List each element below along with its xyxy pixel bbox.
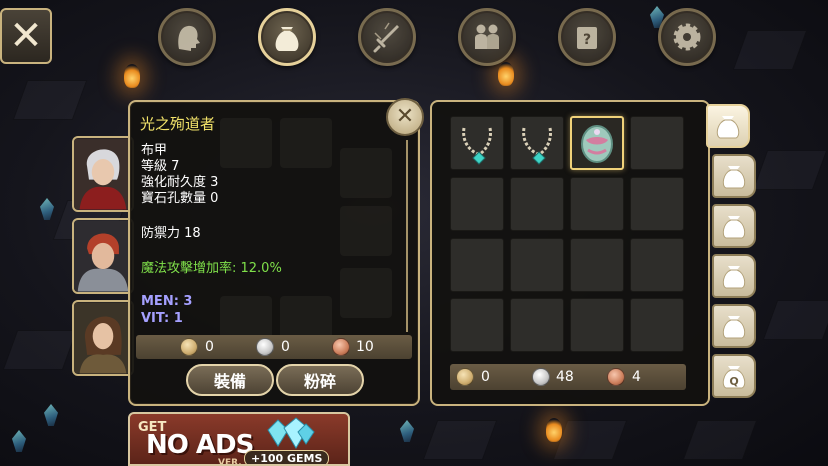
inventory-slot-8[interactable]: [630, 177, 684, 231]
necklace-icon: [522, 127, 552, 165]
background-slot: [340, 268, 392, 318]
quest-bag-icon: Q: [722, 366, 746, 389]
close-icon: ✕: [9, 13, 43, 59]
inventory-slot-11[interactable]: [570, 238, 624, 292]
bag-tab-quest[interactable]: Q: [712, 354, 756, 398]
crush-button[interactable]: 粉碎: [276, 364, 364, 396]
equip-button[interactable]: 裝備: [186, 364, 274, 396]
portrait-white-hair[interactable]: [72, 136, 134, 212]
background-slot: [280, 118, 332, 168]
portrait-hero-1: [74, 138, 132, 210]
inventory-slot-9[interactable]: [450, 238, 504, 292]
detail-scrollbar[interactable]: [406, 140, 408, 332]
currency-gold: 0: [481, 369, 490, 385]
inventory-slot-10[interactable]: [510, 238, 564, 292]
background-slot: [220, 118, 272, 168]
tab-settings[interactable]: [658, 8, 716, 66]
scroll-icon: ?: [577, 27, 597, 49]
item-magic-bonus: 魔法攻擊增加率: 12.0%: [141, 261, 282, 276]
copper-coin-icon: [607, 368, 625, 386]
inventory-slot-12[interactable]: [630, 238, 684, 292]
item-type: 布甲: [141, 143, 168, 158]
silver-coin-icon: [532, 368, 550, 386]
svg-text:?: ?: [583, 32, 591, 48]
item-vit-stat: VIT: 1: [141, 311, 183, 326]
bag-tab-4[interactable]: [712, 254, 756, 298]
portrait-red-hair[interactable]: [72, 218, 134, 294]
price-copper: 10: [356, 339, 374, 355]
inventory-slot-5[interactable]: [450, 177, 504, 231]
item-men-stat: MEN: 3: [141, 294, 193, 309]
egg-armor-icon: [581, 125, 613, 163]
tab-skills[interactable]: [358, 8, 416, 66]
item-gem-slots: 寶石孔數量 0: [141, 191, 219, 206]
tab-character[interactable]: [158, 8, 216, 66]
background-slot: [340, 206, 392, 256]
copper-coin-icon: [332, 338, 350, 356]
currency-silver: 48: [556, 369, 574, 385]
portrait-brown-hair[interactable]: [72, 300, 134, 376]
inventory-slot-2[interactable]: [510, 116, 564, 170]
close-button[interactable]: ✕: [0, 8, 52, 64]
item-defense: 防禦力 18: [141, 226, 201, 241]
portrait-hero-3: [74, 302, 132, 374]
group-icon: [475, 24, 499, 49]
ad-version-text: VER.: [218, 458, 242, 466]
currency-copper: 4: [632, 369, 641, 385]
bag-icon: [716, 116, 740, 139]
sword-icon: [373, 22, 399, 53]
silver-coin-icon: [256, 338, 274, 356]
detail-close-button[interactable]: ✕: [386, 98, 424, 136]
quest-bag-label: Q: [729, 375, 738, 388]
bag-tab-1[interactable]: [706, 104, 750, 148]
bag-tab-3[interactable]: [712, 204, 756, 248]
ad-no-ads-text: NO ADS: [146, 430, 254, 460]
bag-icon: [722, 216, 746, 239]
gold-coin-icon: [456, 368, 474, 386]
tab-party[interactable]: [458, 8, 516, 66]
bag-icon: [722, 166, 746, 189]
inventory-slot-7[interactable]: [570, 177, 624, 231]
item-level: 等級 7: [141, 159, 180, 174]
necklace-icon: [462, 127, 492, 165]
close-icon: ✕: [395, 104, 415, 129]
bag-icon: [275, 27, 299, 51]
ad-gems-label: +100 GEMS: [244, 450, 330, 464]
inventory-slot-6[interactable]: [510, 177, 564, 231]
tab-inventory[interactable]: [258, 8, 316, 66]
inventory-slot-15[interactable]: [570, 298, 624, 352]
no-ads-banner[interactable]: GET NO ADS VER. +100 GEMS: [128, 412, 350, 466]
bag-icon: [722, 266, 746, 289]
inventory-slot-13[interactable]: [450, 298, 504, 352]
bag-tab-2[interactable]: [712, 154, 756, 198]
item-name: 光之殉道者: [140, 115, 216, 133]
item-durability: 強化耐久度 3: [141, 175, 219, 190]
portrait-hero-2: [74, 220, 132, 292]
tab-quest[interactable]: ?: [558, 8, 616, 66]
gear-icon: [673, 23, 701, 51]
gems-icon: [267, 417, 315, 449]
inventory-slot-16[interactable]: [630, 298, 684, 352]
gold-coin-icon: [180, 338, 198, 356]
price-silver: 0: [281, 339, 290, 355]
inventory-slot-3[interactable]: [570, 116, 624, 170]
price-gold: 0: [205, 339, 214, 355]
head-icon: [178, 25, 200, 51]
inventory-slot-14[interactable]: [510, 298, 564, 352]
inventory-slot-1[interactable]: [450, 116, 504, 170]
bag-tab-5[interactable]: [712, 304, 756, 348]
bag-icon: [722, 316, 746, 339]
background-slot: [340, 148, 392, 198]
inventory-slot-4[interactable]: [630, 116, 684, 170]
